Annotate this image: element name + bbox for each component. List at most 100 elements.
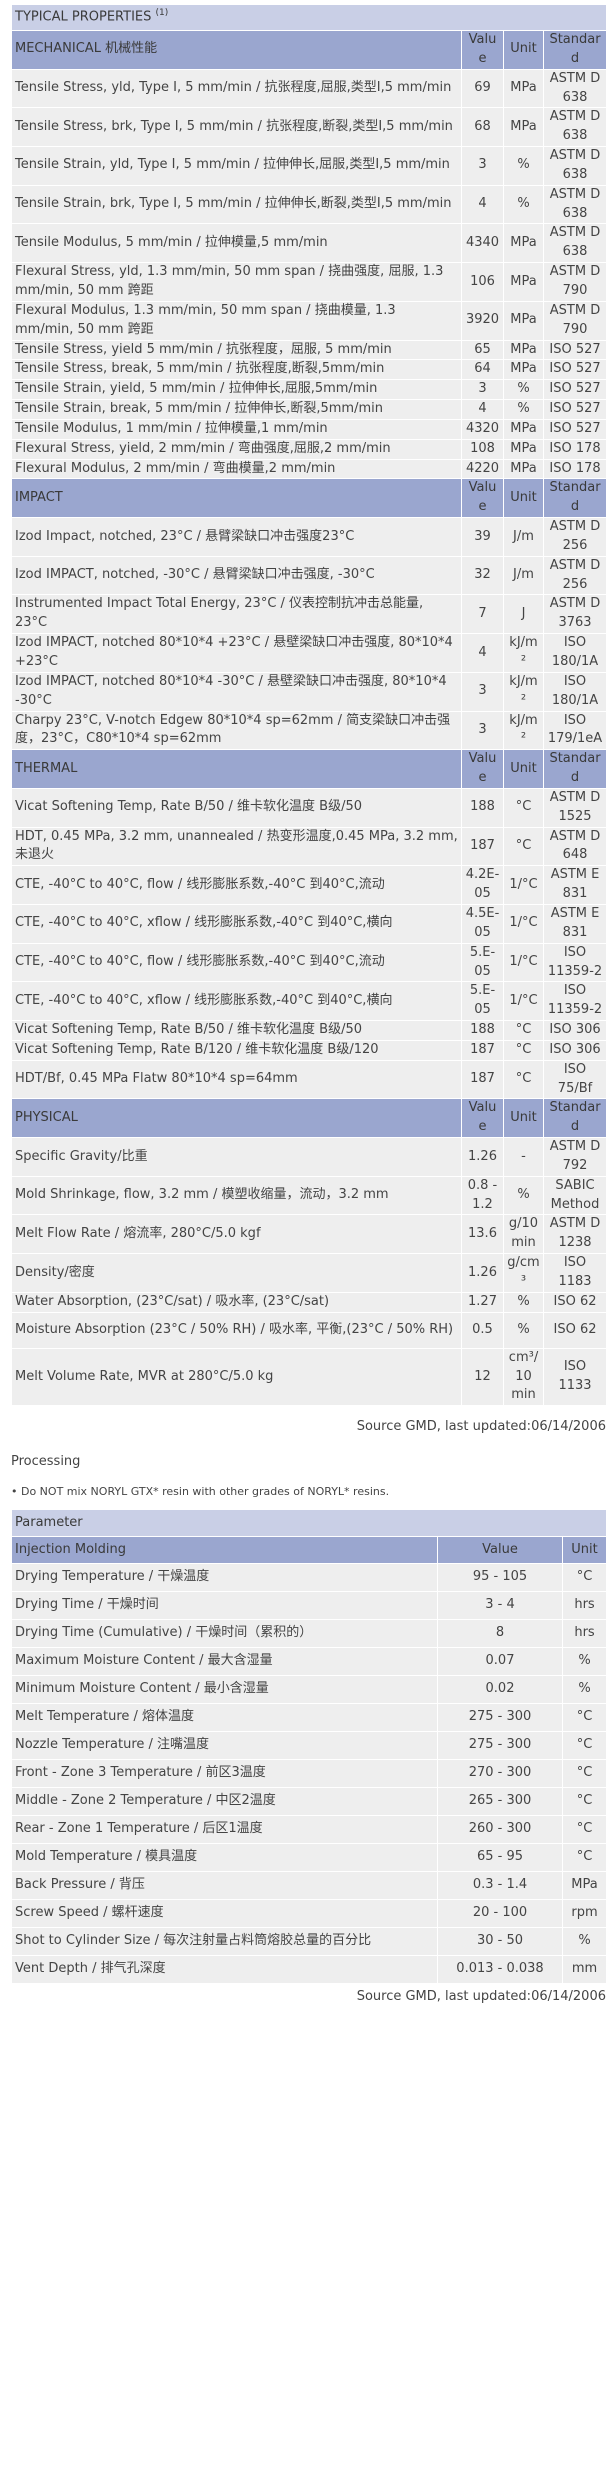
property-value: 3 — [461, 146, 504, 186]
property-row: Vicat Softening Temp, Rate B/120 / 维卡软化温… — [11, 1039, 606, 1061]
property-row: CTE, -40°C to 40°C, flow / 线形膨胀系数,-40°C … — [11, 865, 606, 905]
processing-unit: % — [561, 1647, 606, 1676]
property-unit: MPa — [503, 68, 544, 109]
processing-value: 275 - 300 — [437, 1731, 563, 1760]
property-row: Tensile Stress, brk, Type I, 5 mm/min / … — [11, 107, 606, 148]
processing-row: Vent Depth / 排气孔深度 0.013 - 0.038 mm — [11, 1955, 606, 1984]
property-name: Instrumented Impact Total Energy, 23°C /… — [11, 594, 462, 635]
property-value: 1.27 — [461, 1291, 504, 1313]
property-value: 7 — [461, 594, 504, 635]
processing-unit: °C — [561, 1815, 606, 1844]
processing-row: Middle - Zone 2 Temperature / 中区2温度 265 -… — [11, 1787, 606, 1816]
property-value: 69 — [461, 68, 504, 109]
property-row: Izod IMPACT, notched 80*10*4 +23°C / 悬壁梁… — [11, 633, 606, 673]
section-name: MECHANICAL 机械性能 — [11, 30, 462, 70]
property-name: CTE, -40°C to 40°C, xflow / 线形膨胀系数,-40°C… — [11, 903, 462, 944]
parameter-header: Parameter — [10, 1509, 606, 1537]
property-name: Water Absorption, (23°C/sat) / 吸水率, (23°… — [11, 1291, 462, 1313]
property-name: Izod IMPACT, notched 80*10*4 +23°C / 悬壁梁… — [11, 633, 462, 673]
property-row: Water Absorption, (23°C/sat) / 吸水率, (23°… — [11, 1291, 606, 1313]
section-name: THERMAL — [11, 749, 462, 789]
processing-value: 0.07 — [437, 1647, 563, 1676]
section-name: IMPACT — [11, 478, 462, 519]
processing-parameter: Shot to Cylinder Size / 每次注射量占料筒熔胶总量的百分比 — [11, 1927, 438, 1956]
processing-parameter: Minimum Moisture Content / 最小含湿量 — [11, 1675, 438, 1704]
property-standard: ASTM D 790 — [542, 262, 606, 302]
processing-value: 20 - 100 — [437, 1899, 563, 1928]
property-name: Flexural Modulus, 2 mm/min / 弯曲模量,2 mm/m… — [11, 458, 462, 480]
property-value: 3 — [461, 671, 504, 712]
property-unit: MPa — [503, 458, 544, 480]
property-row: Specific Gravity/比重 1.26- ASTM D 792 — [11, 1137, 606, 1177]
property-row: Melt Volume Rate, MVR at 280°C/5.0 kg 12 c… — [11, 1347, 606, 1407]
property-row: Density/密度 1.26 g/cm³ ISO 1183 — [11, 1253, 606, 1293]
processing-parameter: Drying Temperature / 干燥温度 — [11, 1563, 438, 1592]
property-name: Tensile Strain, yield, 5 mm/min / 拉伸伸长,屈… — [11, 379, 462, 401]
property-standard: ASTM E 831 — [542, 865, 606, 905]
property-standard: ISO 62 — [542, 1291, 606, 1313]
processing-note: • Do NOT mix NORYL GTX* resin with other… — [11, 1485, 390, 1499]
property-value: 4 — [461, 399, 504, 420]
property-row: Flexural Stress, yield, 2 mm/min / 弯曲强度,… — [11, 438, 606, 460]
processing-unit: % — [561, 1675, 606, 1704]
property-value: 187 — [461, 826, 504, 867]
processing-row: Back Pressure / 背压 0.3 - 1.4 MPa — [11, 1871, 606, 1900]
property-unit: J/m — [503, 517, 544, 557]
property-row: Vicat Softening Temp, Rate B/50 / 维卡软化温度… — [11, 787, 606, 828]
property-unit: °C — [503, 1020, 544, 1041]
property-value: 65 — [461, 339, 504, 361]
processing-value: 265 - 300 — [437, 1787, 563, 1816]
property-standard: ASTM D 256 — [542, 517, 606, 557]
standard-column-header: Standard — [542, 1098, 606, 1139]
property-value: 4220 — [461, 458, 504, 480]
processing-table-body: Parameter Injection Molding Value Unit D… — [10, 1509, 606, 1984]
property-name: Tensile Stress, brk, Type I, 5 mm/min / … — [11, 107, 462, 148]
value-column-header: Value — [437, 1536, 563, 1564]
property-unit: kJ/m² — [503, 671, 544, 712]
processing-parameter: Rear - Zone 1 Temperature / 后区1温度 — [11, 1815, 438, 1844]
processing-value: 275 - 300 — [437, 1703, 563, 1732]
property-unit: MPa — [503, 438, 544, 460]
property-value: 4.5E-05 — [461, 903, 504, 944]
property-name: Vicat Softening Temp, Rate B/50 / 维卡软化温度… — [11, 787, 462, 828]
property-value: 188 — [461, 787, 504, 828]
property-standard: ISO 306 — [542, 1039, 606, 1061]
property-name: Tensile Strain, break, 5 mm/min / 拉伸伸长,断… — [11, 399, 462, 420]
property-name: Melt Volume Rate, MVR at 280°C/5.0 kg — [11, 1347, 462, 1407]
property-standard: ISO 179/1eA — [542, 710, 606, 751]
property-standard: ASTM D 638 — [542, 184, 606, 225]
property-row: Izod Impact, notched, 23°C / 悬臂梁缺口冲击强度23… — [11, 517, 606, 557]
property-name: Tensile Strain, yld, Type I, 5 mm/min / … — [11, 146, 462, 186]
property-standard: ISO 527 — [542, 418, 606, 440]
property-row: Flexural Modulus, 1.3 mm/min, 50 mm span… — [11, 300, 606, 341]
property-value: 1.26 — [461, 1253, 504, 1293]
property-unit: 1/°C — [503, 903, 544, 944]
property-standard: ISO 527 — [542, 359, 606, 381]
processing-unit: °C — [561, 1759, 606, 1788]
property-standard: ISO 75/Bf — [542, 1059, 606, 1100]
property-standard: ISO 11359-2 — [542, 981, 606, 1022]
property-standard: ASTM D 3763 — [542, 594, 606, 635]
standard-column-header: Standard — [542, 749, 606, 789]
property-value: 106 — [461, 262, 504, 302]
property-row: Izod IMPACT, notched, -30°C / 悬臂梁缺口冲击强度,… — [11, 555, 606, 596]
property-unit: % — [503, 399, 544, 420]
property-name: Tensile Stress, break, 5 mm/min / 抗张程度,断… — [11, 359, 462, 381]
property-unit: % — [503, 1175, 544, 1216]
property-row: Flexural Modulus, 2 mm/min / 弯曲模量,2 mm/m… — [11, 458, 606, 480]
property-value: 5.E-05 — [461, 942, 504, 983]
property-value: 32 — [461, 555, 504, 596]
processing-value: 95 - 105 — [437, 1563, 563, 1592]
property-value: 64 — [461, 359, 504, 381]
property-name: CTE, -40°C to 40°C, xflow / 线形膨胀系数,-40°C… — [11, 981, 462, 1022]
processing-parameter: Back Pressure / 背压 — [11, 1871, 438, 1900]
property-row: Vicat Softening Temp, Rate B/50 / 维卡软化温度… — [11, 1020, 606, 1041]
processing-parameter-header-row: Parameter — [10, 1509, 606, 1537]
property-value: 4 — [461, 633, 504, 673]
property-row: Tensile Stress, break, 5 mm/min / 抗张程度,断… — [11, 359, 606, 381]
value-column-header: Value — [461, 478, 504, 519]
processing-value: 270 - 300 — [437, 1759, 563, 1788]
property-name: Tensile Stress, yield 5 mm/min / 抗张程度，屈服… — [11, 339, 462, 361]
property-name: Izod IMPACT, notched 80*10*4 -30°C / 悬壁梁… — [11, 671, 462, 712]
processing-row: Shot to Cylinder Size / 每次注射量占料筒熔胶总量的百分比… — [11, 1927, 606, 1956]
